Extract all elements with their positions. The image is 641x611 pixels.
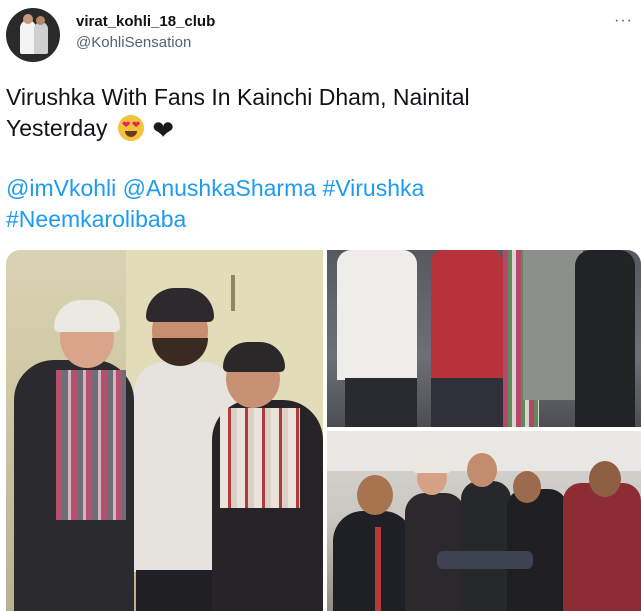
mention-link[interactable]: @AnushkaSharma [123, 175, 316, 201]
person-scarf [220, 408, 300, 508]
photo-main[interactable] [6, 250, 323, 611]
person-jacket [563, 483, 641, 611]
person-face [467, 453, 497, 487]
hashtag-link[interactable]: #Virushka [322, 175, 424, 201]
more-options-icon[interactable]: ··· [614, 12, 633, 30]
tweet-header: virat_kohli_18_club @KohliSensation ··· [6, 8, 635, 62]
avatar[interactable] [6, 8, 60, 62]
photo-bottom-right[interactable] [327, 431, 641, 611]
person-face [589, 461, 621, 497]
display-name[interactable]: virat_kohli_18_club [76, 12, 215, 32]
person-jacket [333, 511, 413, 611]
avatar-figure [34, 22, 48, 54]
black-heart-emoji-icon: ❤ [152, 115, 175, 145]
media-grid [6, 250, 641, 611]
person-pants [345, 378, 417, 427]
person-jacket [461, 481, 511, 611]
door-hinge [231, 275, 235, 311]
person-beanie [54, 300, 120, 332]
mention-link[interactable]: @imVkohli [6, 175, 116, 201]
author-names: virat_kohli_18_club @KohliSensation [76, 12, 215, 53]
tweet-text-line: Virushka With Fans In Kainchi Dham, Nain… [6, 84, 470, 110]
avatar-figure-head [36, 16, 45, 25]
gift-shawl [437, 551, 533, 569]
tweet-text-line-2: Yesterday ❤ ❤ ❤ [6, 113, 626, 144]
person-coat [575, 250, 635, 427]
heart-eyes-emoji-icon: ❤ ❤ [117, 115, 144, 141]
person-scarf [56, 370, 126, 520]
person-face [513, 471, 541, 503]
person-jacket [431, 250, 503, 380]
tweet-text-word: Yesterday [6, 115, 108, 141]
tweet-card: virat_kohli_18_club @KohliSensation ··· … [0, 0, 641, 611]
person-sweater [337, 250, 417, 380]
user-handle[interactable]: @KohliSensation [76, 33, 215, 53]
tweet-mentions-hashtags: @imVkohli @AnushkaSharma #Virushka #Neem… [6, 173, 626, 235]
photo-top-right[interactable] [327, 250, 641, 427]
person-jacket [507, 489, 567, 611]
person-face [357, 475, 393, 515]
hashtag-link[interactable]: #Neemkarolibaba [6, 206, 186, 232]
person-pants [431, 378, 503, 427]
person-scarf [523, 250, 583, 400]
tweet-text: Virushka With Fans In Kainchi Dham, Nain… [6, 82, 626, 144]
avatar-figure-head [23, 14, 33, 24]
person-shirt-stripe [375, 527, 381, 611]
